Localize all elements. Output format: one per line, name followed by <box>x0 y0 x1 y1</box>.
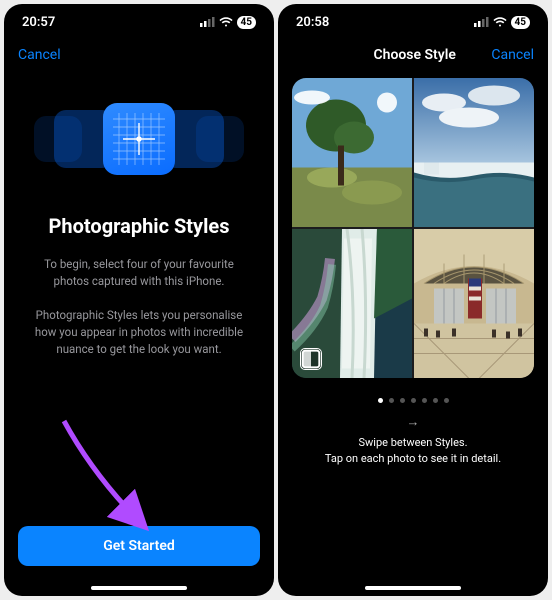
cancel-button[interactable]: Cancel <box>18 47 61 63</box>
screen-choose-style: 20:58 45 Choose Style Cancel <box>278 4 548 596</box>
hint-text: → Swipe between Styles. Tap on each phot… <box>278 413 548 468</box>
cellular-icon <box>474 17 489 27</box>
page-title: Photographic Styles <box>26 214 252 238</box>
nav-title: Choose Style <box>373 47 455 63</box>
style-tile-icon <box>103 103 175 175</box>
page-dot[interactable] <box>433 398 438 403</box>
nav-bar: Cancel <box>4 40 274 70</box>
wifi-icon <box>219 17 233 27</box>
wifi-icon <box>493 17 507 27</box>
photo-thumbnail[interactable] <box>292 229 412 378</box>
status-time: 20:58 <box>296 15 329 30</box>
intro-paragraph-1: To begin, select four of your favourite … <box>26 256 252 289</box>
annotation-arrow-icon <box>54 416 164 536</box>
home-indicator[interactable] <box>365 586 461 590</box>
photo-grid[interactable] <box>292 78 534 378</box>
page-dot[interactable] <box>378 398 383 403</box>
hero-illustration <box>4 74 274 204</box>
intro-paragraph-2: Photographic Styles lets you personalise… <box>26 307 252 357</box>
status-bar: 20:58 45 <box>278 4 548 40</box>
intro-content: Photographic Styles To begin, select fou… <box>4 204 274 375</box>
cellular-icon <box>200 17 215 27</box>
status-indicators: 45 <box>474 16 530 29</box>
hint-line: Swipe between Styles. <box>278 435 548 452</box>
hint-line: Tap on each photo to see it in detail. <box>278 451 548 468</box>
nav-bar: Choose Style Cancel <box>278 40 548 70</box>
swipe-arrow-icon: → <box>278 413 548 433</box>
get-started-button[interactable]: Get Started <box>18 526 260 566</box>
status-indicators: 45 <box>200 16 256 29</box>
status-bar: 20:57 45 <box>4 4 274 40</box>
screen-intro: 20:57 45 Cancel P <box>4 4 274 596</box>
photo-thumbnail[interactable] <box>414 78 534 227</box>
home-indicator[interactable] <box>91 586 187 590</box>
status-time: 20:57 <box>22 15 55 30</box>
cancel-button[interactable]: Cancel <box>491 47 534 63</box>
photo-thumbnail[interactable] <box>414 229 534 378</box>
style-compare-icon[interactable] <box>300 348 322 370</box>
page-dot[interactable] <box>411 398 416 403</box>
page-dot[interactable] <box>422 398 427 403</box>
page-dot[interactable] <box>389 398 394 403</box>
battery-indicator: 45 <box>237 16 256 29</box>
page-dots <box>278 398 548 403</box>
page-dot[interactable] <box>444 398 449 403</box>
page-dot[interactable] <box>400 398 405 403</box>
photo-thumbnail[interactable] <box>292 78 412 227</box>
battery-indicator: 45 <box>511 16 530 29</box>
